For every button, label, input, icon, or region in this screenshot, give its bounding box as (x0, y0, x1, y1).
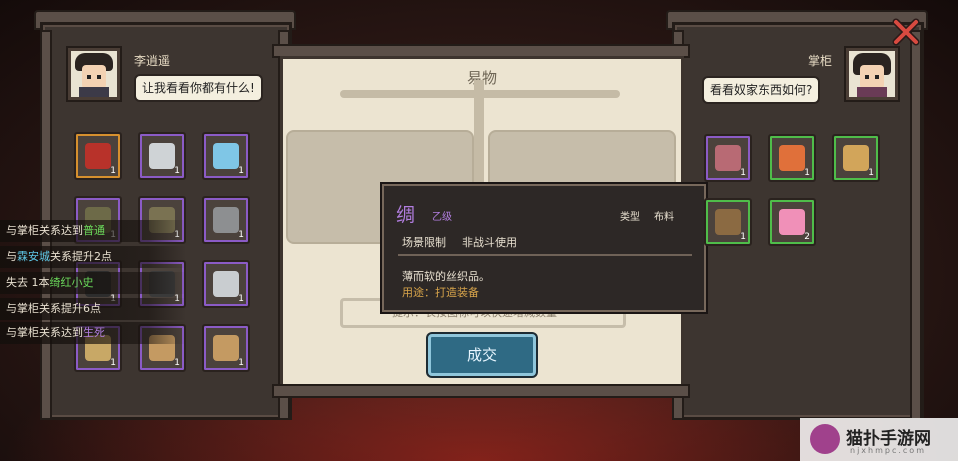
watermark-logo (810, 424, 840, 454)
item-quantity: 1 (110, 166, 116, 176)
player-item-slot[interactable]: 1 (202, 260, 250, 308)
confirm-trade-button[interactable]: 成交 (428, 334, 536, 376)
player-item-slot[interactable]: 1 (138, 132, 186, 180)
player-item-slot[interactable]: 1 (74, 132, 122, 180)
scroll-bottom-roller (272, 384, 690, 398)
item-quantity: 1 (174, 166, 180, 176)
close-icon[interactable] (892, 18, 920, 46)
cake-plate-icon (779, 145, 805, 171)
player-name: 李逍遥 (134, 54, 171, 68)
item-quantity: 1 (804, 168, 810, 178)
item-quantity: 1 (174, 358, 180, 368)
cleaver-icon (149, 143, 175, 169)
merchant-item-slot[interactable]: 1 (704, 134, 752, 182)
merchant-item-slot[interactable]: 2 (768, 198, 816, 246)
tooltip-scene-value: 非战斗使用 (462, 236, 517, 249)
hairpin-icon (213, 271, 239, 297)
jade-ring-icon (213, 143, 239, 169)
silk-cloth-icon (715, 145, 741, 171)
merchant-item-slot[interactable]: 1 (768, 134, 816, 182)
item-quantity: 1 (740, 168, 746, 178)
player-item-slot[interactable]: 1 (202, 132, 250, 180)
tooltip-usage: 用途：打造装备 (402, 286, 479, 299)
tooltip-scene-label: 场景限制 (402, 236, 446, 249)
pink-pastry-icon (779, 209, 805, 235)
item-quantity: 1 (110, 358, 116, 368)
item-quantity: 1 (740, 232, 746, 242)
item-quantity: 1 (238, 230, 244, 240)
tooltip-description: 薄而软的丝织品。 (402, 270, 490, 283)
log-entry: 与掌柜关系提升6点 (0, 298, 186, 320)
log-entry: 与霖安城关系提升2点 (0, 246, 186, 268)
merchant-speech-bubble: 看看奴家东西如何? (702, 76, 821, 104)
watermark-subtitle: njxhmpc.com (850, 446, 926, 455)
tooltip-type-value: 布料 (654, 212, 674, 223)
item-quantity: 2 (804, 232, 810, 242)
merchant-item-slot[interactable]: 1 (704, 198, 752, 246)
treasure-chest-icon (85, 143, 111, 169)
log-entry: 与掌柜关系达到生死 (0, 322, 186, 344)
player-speech-bubble: 让我看看你都有什么! (134, 74, 263, 102)
item-tooltip: 绸 乙级 类型 布料 场景限制 非战斗使用 薄而软的丝织品。 用途：打造装备 (382, 184, 706, 312)
tooltip-divider (398, 254, 692, 256)
tooltip-type-label: 类型 (620, 212, 640, 223)
player-item-slot[interactable]: 1 (202, 196, 250, 244)
log-entry: 失去 1本绮红小史 (0, 272, 186, 294)
item-quantity: 1 (238, 294, 244, 304)
player-avatar (68, 48, 120, 100)
book-icon (843, 145, 869, 171)
tooltip-item-name: 绸 (396, 204, 416, 226)
item-quantity: 1 (238, 166, 244, 176)
player-item-slot[interactable]: 1 (202, 324, 250, 372)
right-pole (910, 30, 922, 420)
bamboo-basket-icon (715, 209, 741, 235)
merchant-item-slot[interactable]: 1 (832, 134, 880, 182)
merchant-name: 掌柜 (808, 54, 833, 68)
tooltip-item-grade: 乙级 (432, 212, 452, 223)
log-entry: 与掌柜关系达到普通 (0, 220, 186, 242)
stone-icon (213, 207, 239, 233)
item-quantity: 1 (868, 168, 874, 178)
item-quantity: 1 (238, 358, 244, 368)
scroll-pattern-icon (213, 335, 239, 361)
merchant-avatar (846, 48, 898, 100)
